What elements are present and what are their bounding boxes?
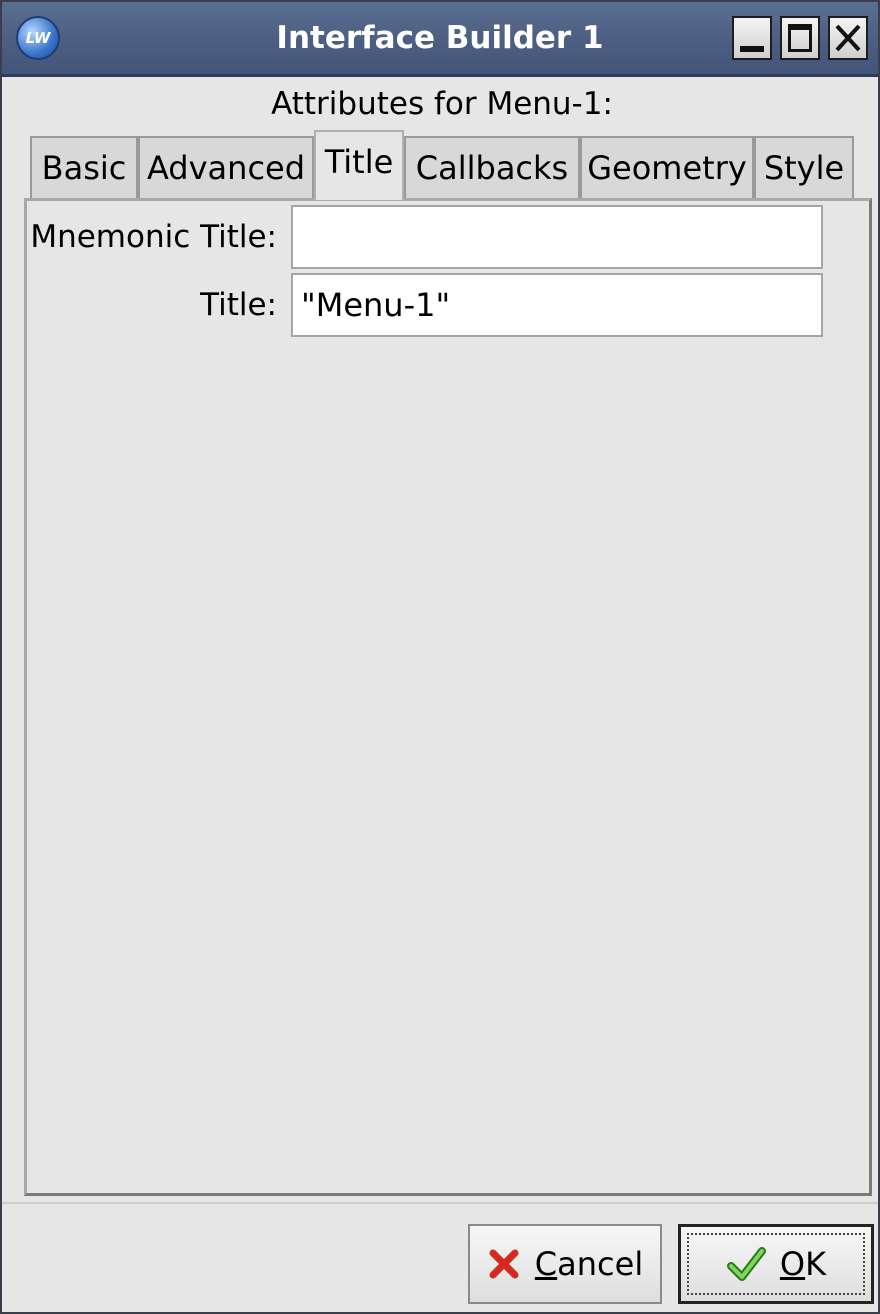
mnemonic-title-label: Mnemonic Title:	[30, 219, 277, 255]
title-input[interactable]	[291, 273, 823, 337]
close-icon	[835, 24, 861, 52]
green-check-icon	[726, 1247, 766, 1281]
close-button[interactable]	[828, 16, 868, 60]
title-label: Title:	[200, 287, 277, 323]
tab-callbacks[interactable]: Callbacks	[404, 136, 580, 198]
tab-geometry[interactable]: Geometry	[580, 136, 754, 198]
tab-panel: Mnemonic Title: Title:	[24, 198, 872, 1196]
mnemonic-title-input[interactable]	[291, 205, 823, 269]
attributes-heading: Attributes for Menu-1:	[271, 86, 613, 122]
title-bar[interactable]: LW Interface Builder 1	[2, 2, 878, 77]
ok-button[interactable]: OK	[678, 1224, 874, 1304]
minimize-button[interactable]	[732, 16, 772, 60]
button-area-divider	[2, 1202, 878, 1204]
tab-basic[interactable]: Basic	[30, 136, 138, 198]
dialog-window: LW Interface Builder 1 Attributes for Me…	[0, 0, 880, 1314]
red-x-icon	[489, 1249, 519, 1279]
tab-style[interactable]: Style	[754, 136, 854, 198]
focus-ring	[687, 1233, 865, 1295]
maximize-button[interactable]	[780, 16, 820, 60]
tab-title[interactable]: Title	[314, 130, 404, 200]
cancel-button-label: Cancel	[534, 1245, 644, 1283]
tab-advanced[interactable]: Advanced	[138, 136, 314, 198]
ok-button-label: OK	[779, 1245, 827, 1283]
cancel-button[interactable]: Cancel	[468, 1224, 662, 1304]
